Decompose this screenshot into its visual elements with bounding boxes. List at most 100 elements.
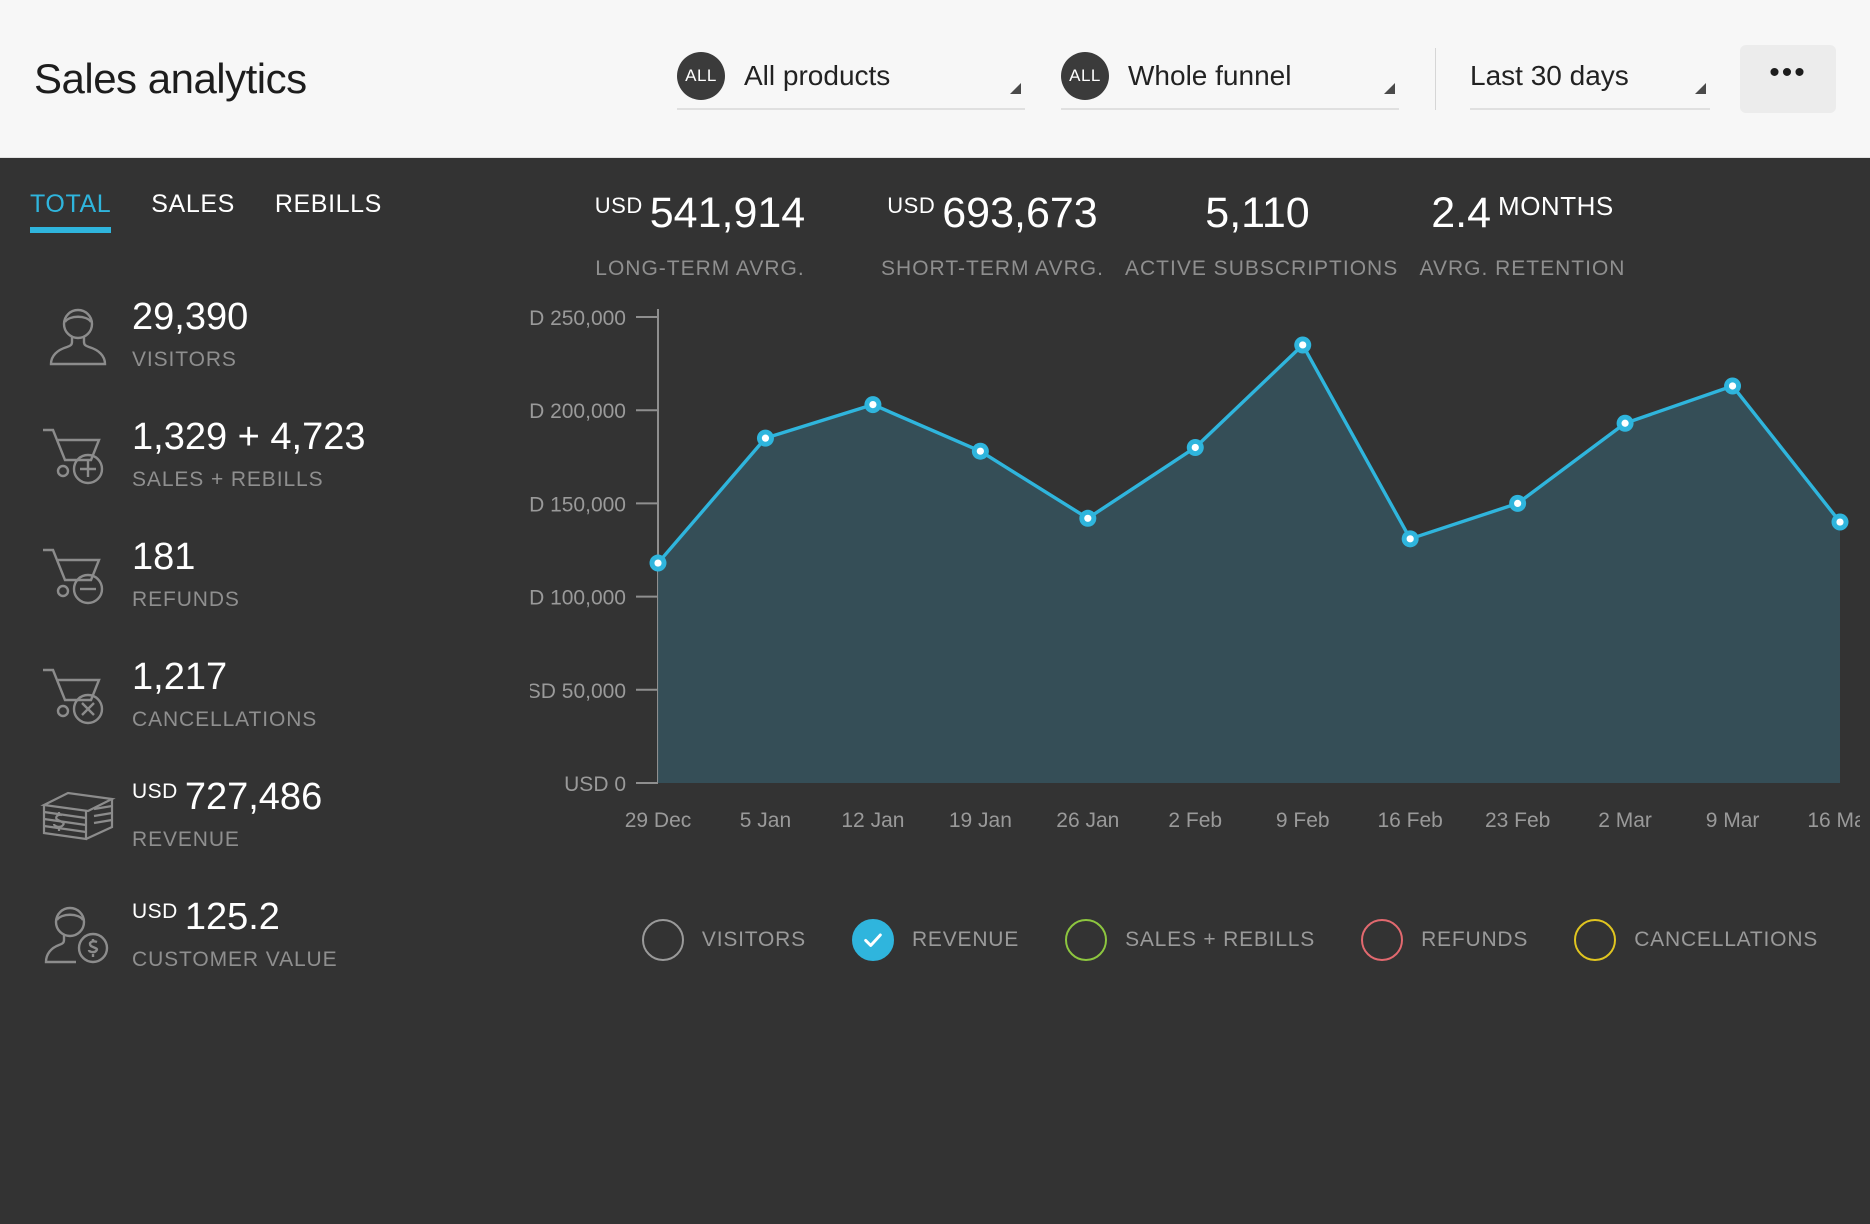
revenue-chart: USD 0USD 50,000USD 100,000USD 150,000USD… [530, 291, 1870, 911]
metric-sales-rebills: 1,329 + 4,723 SALES + REBILLS [30, 395, 530, 515]
svg-text:9 Mar: 9 Mar [1706, 809, 1760, 832]
legend-label: SALES + REBILLS [1125, 928, 1315, 952]
metric-label: SALES + REBILLS [132, 468, 366, 492]
vertical-divider [1435, 48, 1436, 110]
metric-refunds: 181 REFUNDS [30, 515, 530, 635]
kpi-label: LONG-TERM AVRG. [540, 257, 860, 281]
legend-item-refunds[interactable]: REFUNDS [1361, 919, 1528, 961]
legend-label: VISITORS [702, 928, 806, 952]
metric-text: 181 REFUNDS [126, 538, 240, 612]
top-bar: Sales analytics ALL All products ALL Who… [0, 0, 1870, 158]
cart-minus-icon [30, 544, 126, 606]
svg-text:USD 0: USD 0 [564, 773, 626, 796]
metric-value: 181 [132, 538, 240, 578]
date-range-dropdown[interactable]: Last 30 days [1470, 48, 1710, 110]
more-options-button[interactable]: ••• [1740, 45, 1836, 113]
metric-label: CUSTOMER VALUE [132, 948, 338, 972]
chart-legend: VISITORS REVENUE SALES + REBILLS REFUNDS [530, 919, 1870, 961]
svg-text:16 Mar: 16 Mar [1807, 809, 1860, 832]
legend-item-revenue[interactable]: REVENUE [852, 919, 1019, 961]
tab-bar: TOTAL SALES REBILLS [30, 158, 530, 233]
kpi-label: AVRG. RETENTION [1390, 257, 1655, 281]
metric-label: REVENUE [132, 828, 322, 852]
product-filter-label: All products [744, 60, 890, 92]
kpi-value: 5,110 [1125, 192, 1390, 235]
svg-text:USD 200,000: USD 200,000 [530, 400, 626, 423]
legend-marker-sales-rebills [1065, 919, 1107, 961]
tab-rebills[interactable]: REBILLS [275, 190, 382, 233]
sales-analytics-dashboard: Sales analytics ALL All products ALL Who… [0, 0, 1870, 1224]
svg-text:16 Feb: 16 Feb [1377, 809, 1442, 832]
check-icon [862, 929, 884, 951]
all-badge-icon: ALL [1061, 52, 1109, 100]
svg-text:12 Jan: 12 Jan [841, 809, 904, 832]
legend-marker-revenue [852, 919, 894, 961]
cart-cross-icon [30, 664, 126, 726]
svg-text:2 Feb: 2 Feb [1168, 809, 1222, 832]
metric-text: USD125.2 CUSTOMER VALUE [126, 898, 338, 972]
chevron-down-icon [1695, 83, 1706, 94]
all-badge-icon: ALL [677, 52, 725, 100]
legend-label: REVENUE [912, 928, 1019, 952]
svg-text:29 Dec: 29 Dec [625, 809, 692, 832]
kpi-value: 2.4MONTHS [1390, 192, 1655, 235]
svg-text:USD 250,000: USD 250,000 [530, 307, 626, 330]
visitor-person-icon [30, 302, 126, 368]
cart-plus-icon [30, 424, 126, 486]
kpi-row: USD541,914 LONG-TERM AVRG. USD693,673 SH… [530, 158, 1870, 281]
kpi-value: USD541,914 [540, 192, 860, 235]
metric-text: 1,217 CANCELLATIONS [126, 658, 317, 732]
legend-item-sales-rebills[interactable]: SALES + REBILLS [1065, 919, 1315, 961]
svg-text:USD 150,000: USD 150,000 [530, 493, 626, 516]
svg-text:9 Feb: 9 Feb [1276, 809, 1330, 832]
tab-sales[interactable]: SALES [151, 190, 235, 233]
kpi-short-term-average: USD693,673 SHORT-TERM AVRG. [860, 192, 1125, 281]
svg-text:USD 50,000: USD 50,000 [530, 680, 626, 703]
main-content: TOTAL SALES REBILLS 29,390 [0, 158, 1870, 1224]
legend-item-visitors[interactable]: VISITORS [642, 919, 806, 961]
metric-text: 29,390 VISITORS [126, 298, 248, 372]
top-bar-controls: ALL All products ALL Whole funnel Last 3… [677, 0, 1836, 157]
customer-value-icon [30, 902, 126, 968]
svg-text:5 Jan: 5 Jan [740, 809, 791, 832]
svg-text:2 Mar: 2 Mar [1598, 809, 1652, 832]
right-panel: USD541,914 LONG-TERM AVRG. USD693,673 SH… [530, 158, 1870, 1224]
metric-value: USD727,486 [132, 778, 322, 818]
date-range-label: Last 30 days [1470, 60, 1629, 92]
kpi-label: ACTIVE SUBSCRIPTIONS [1125, 257, 1390, 281]
metric-revenue: USD727,486 REVENUE [30, 755, 530, 875]
metric-label: VISITORS [132, 348, 248, 372]
chevron-down-icon [1010, 83, 1021, 94]
legend-label: REFUNDS [1421, 928, 1528, 952]
metric-cancellations: 1,217 CANCELLATIONS [30, 635, 530, 755]
kpi-value: USD693,673 [860, 192, 1125, 235]
svg-text:23 Feb: 23 Feb [1485, 809, 1550, 832]
legend-label: CANCELLATIONS [1634, 928, 1818, 952]
legend-marker-refunds [1361, 919, 1403, 961]
revenue-area-chart-svg[interactable]: USD 0USD 50,000USD 100,000USD 150,000USD… [530, 291, 1860, 911]
kpi-label: SHORT-TERM AVRG. [860, 257, 1125, 281]
metric-label: CANCELLATIONS [132, 708, 317, 732]
funnel-filter-dropdown[interactable]: ALL Whole funnel [1061, 48, 1399, 110]
page-title: Sales analytics [34, 55, 307, 103]
metric-customer-value: USD125.2 CUSTOMER VALUE [30, 875, 530, 995]
left-panel: TOTAL SALES REBILLS 29,390 [0, 158, 530, 1224]
metric-visitors: 29,390 VISITORS [30, 275, 530, 395]
legend-marker-visitors [642, 919, 684, 961]
kpi-average-retention: 2.4MONTHS AVRG. RETENTION [1390, 192, 1655, 281]
metric-value: 1,329 + 4,723 [132, 418, 366, 458]
metric-label: REFUNDS [132, 588, 240, 612]
chevron-down-icon [1384, 83, 1395, 94]
legend-item-cancellations[interactable]: CANCELLATIONS [1574, 919, 1818, 961]
tab-total[interactable]: TOTAL [30, 190, 111, 233]
kpi-active-subscriptions: 5,110 ACTIVE SUBSCRIPTIONS [1125, 192, 1390, 281]
legend-marker-cancellations [1574, 919, 1616, 961]
funnel-filter-label: Whole funnel [1128, 60, 1291, 92]
metrics-list: 29,390 VISITORS 1, [30, 275, 530, 995]
kpi-long-term-average: USD541,914 LONG-TERM AVRG. [540, 192, 860, 281]
metric-text: USD727,486 REVENUE [126, 778, 322, 852]
product-filter-dropdown[interactable]: ALL All products [677, 48, 1025, 110]
svg-text:26 Jan: 26 Jan [1056, 809, 1119, 832]
metric-text: 1,329 + 4,723 SALES + REBILLS [126, 418, 366, 492]
metric-value: 1,217 [132, 658, 317, 698]
